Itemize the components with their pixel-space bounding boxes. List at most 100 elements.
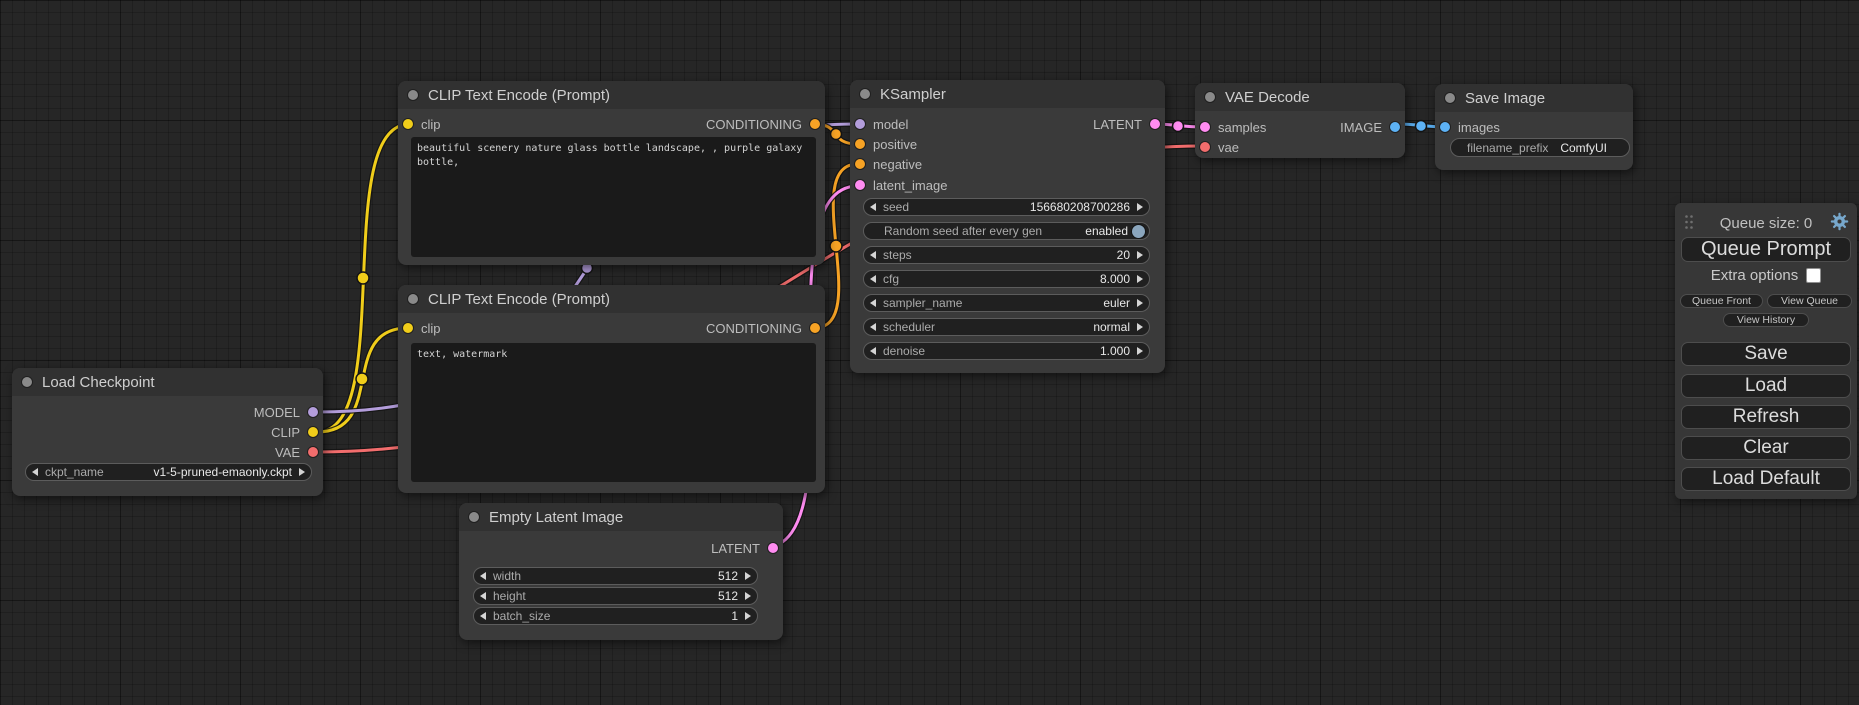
filename-prefix-widget[interactable]: filename_prefix ComfyUI (1450, 138, 1630, 157)
height-widget[interactable]: height 512 (473, 587, 758, 605)
gear-icon[interactable] (1830, 212, 1849, 231)
latent-port-icon[interactable] (1150, 119, 1160, 129)
node-title-bar[interactable]: VAE Decode (1195, 83, 1405, 111)
node-save-image[interactable]: Save Image images filename_prefix ComfyU… (1435, 84, 1633, 170)
input-samples[interactable]: samples (1200, 117, 1266, 137)
load-button[interactable]: Load (1681, 374, 1851, 398)
output-model[interactable]: MODEL (254, 402, 318, 422)
decrement-arrow-icon[interactable] (870, 251, 876, 259)
node-title-bar[interactable]: Empty Latent Image (459, 503, 783, 531)
clear-button[interactable]: Clear (1681, 436, 1851, 460)
scheduler-widget[interactable]: scheduler normal (863, 318, 1150, 336)
latent-port-icon[interactable] (768, 543, 778, 553)
collapse-dot-icon[interactable] (408, 294, 418, 304)
increment-arrow-icon[interactable] (1137, 323, 1143, 331)
collapse-dot-icon[interactable] (408, 90, 418, 100)
conditioning-port-icon[interactable] (855, 159, 865, 169)
latent-port-icon[interactable] (1200, 122, 1210, 132)
output-vae[interactable]: VAE (275, 442, 318, 462)
image-port-icon[interactable] (1440, 122, 1450, 132)
increment-arrow-icon[interactable] (1137, 275, 1143, 283)
collapse-dot-icon[interactable] (1445, 93, 1455, 103)
input-vae[interactable]: vae (1200, 137, 1239, 157)
conditioning-port-icon[interactable] (855, 139, 865, 149)
input-negative[interactable]: negative (855, 154, 922, 174)
decrement-arrow-icon[interactable] (870, 275, 876, 283)
queue-prompt-button[interactable]: Queue Prompt (1681, 237, 1851, 262)
output-image[interactable]: IMAGE (1340, 117, 1400, 137)
conditioning-port-icon[interactable] (810, 119, 820, 129)
decrement-arrow-icon[interactable] (870, 299, 876, 307)
decrement-arrow-icon[interactable] (480, 612, 486, 620)
node-load-checkpoint[interactable]: Load Checkpoint MODEL CLIP VAE ckpt_name… (12, 368, 323, 496)
node-graph-canvas[interactable]: Load Checkpoint MODEL CLIP VAE ckpt_name… (0, 0, 1859, 705)
save-button[interactable]: Save (1681, 342, 1851, 366)
seed-widget[interactable]: seed 156680208700286 (863, 198, 1150, 216)
load-default-button[interactable]: Load Default (1681, 467, 1851, 491)
increment-arrow-icon[interactable] (1137, 203, 1143, 211)
collapse-dot-icon[interactable] (22, 377, 32, 387)
node-title-bar[interactable]: CLIP Text Encode (Prompt) (398, 81, 825, 109)
decrement-arrow-icon[interactable] (480, 592, 486, 600)
decrement-arrow-icon[interactable] (870, 203, 876, 211)
node-title-bar[interactable]: KSampler (850, 80, 1165, 108)
sampler-name-widget[interactable]: sampler_name euler (863, 294, 1150, 312)
refresh-button[interactable]: Refresh (1681, 405, 1851, 429)
collapse-dot-icon[interactable] (469, 512, 479, 522)
output-clip[interactable]: CLIP (271, 422, 318, 442)
input-model[interactable]: model (855, 114, 908, 134)
decrement-arrow-icon[interactable] (480, 572, 486, 580)
increment-arrow-icon[interactable] (745, 572, 751, 580)
prompt-textarea[interactable]: beautiful scenery nature glass bottle la… (411, 137, 816, 257)
output-latent[interactable]: LATENT (711, 538, 778, 558)
queue-front-button[interactable]: Queue Front (1680, 294, 1763, 308)
view-queue-button[interactable]: View Queue (1767, 294, 1852, 308)
random-seed-toggle-widget[interactable]: Random seed after every gen enabled (863, 222, 1150, 240)
node-clip-text-encode-positive[interactable]: CLIP Text Encode (Prompt) clip CONDITION… (398, 81, 825, 265)
vae-port-icon[interactable] (1200, 142, 1210, 152)
increment-arrow-icon[interactable] (1137, 299, 1143, 307)
collapse-dot-icon[interactable] (1205, 92, 1215, 102)
clip-port-icon[interactable] (403, 323, 413, 333)
increment-arrow-icon[interactable] (299, 468, 305, 476)
decrement-arrow-icon[interactable] (870, 323, 876, 331)
input-clip[interactable]: clip (403, 114, 441, 134)
input-clip[interactable]: clip (403, 318, 441, 338)
output-latent[interactable]: LATENT (1093, 114, 1160, 134)
model-port-icon[interactable] (855, 119, 865, 129)
view-history-button[interactable]: View History (1723, 313, 1809, 327)
increment-arrow-icon[interactable] (1137, 347, 1143, 355)
output-conditioning[interactable]: CONDITIONING (706, 318, 820, 338)
node-title-bar[interactable]: Save Image (1435, 84, 1633, 112)
node-empty-latent-image[interactable]: Empty Latent Image LATENT width 512 heig… (459, 503, 783, 640)
increment-arrow-icon[interactable] (1137, 251, 1143, 259)
input-latent-image[interactable]: latent_image (855, 175, 947, 195)
image-port-icon[interactable] (1390, 122, 1400, 132)
decrement-arrow-icon[interactable] (32, 468, 38, 476)
clip-port-icon[interactable] (403, 119, 413, 129)
model-port-icon[interactable] (308, 407, 318, 417)
node-vae-decode[interactable]: VAE Decode samples vae IMAGE (1195, 83, 1405, 158)
node-title-bar[interactable]: Load Checkpoint (12, 368, 323, 396)
denoise-widget[interactable]: denoise 1.000 (863, 342, 1150, 360)
prompt-textarea[interactable]: text, watermark (411, 343, 816, 482)
decrement-arrow-icon[interactable] (870, 347, 876, 355)
toggle-knob-icon[interactable] (1132, 225, 1145, 238)
node-clip-text-encode-negative[interactable]: CLIP Text Encode (Prompt) clip CONDITION… (398, 285, 825, 493)
input-images[interactable]: images (1440, 117, 1500, 137)
output-conditioning[interactable]: CONDITIONING (706, 114, 820, 134)
width-widget[interactable]: width 512 (473, 567, 758, 585)
increment-arrow-icon[interactable] (745, 592, 751, 600)
input-positive[interactable]: positive (855, 134, 917, 154)
increment-arrow-icon[interactable] (745, 612, 751, 620)
vae-port-icon[interactable] (308, 447, 318, 457)
latent-port-icon[interactable] (855, 180, 865, 190)
extra-options-checkbox[interactable] (1806, 268, 1821, 283)
conditioning-port-icon[interactable] (810, 323, 820, 333)
collapse-dot-icon[interactable] (860, 89, 870, 99)
node-title-bar[interactable]: CLIP Text Encode (Prompt) (398, 285, 825, 313)
ckpt-name-widget[interactable]: ckpt_name v1-5-pruned-emaonly.ckpt (25, 463, 312, 481)
steps-widget[interactable]: steps 20 (863, 246, 1150, 264)
clip-port-icon[interactable] (308, 427, 318, 437)
node-ksampler[interactable]: KSampler model positive negative latent_… (850, 80, 1165, 373)
